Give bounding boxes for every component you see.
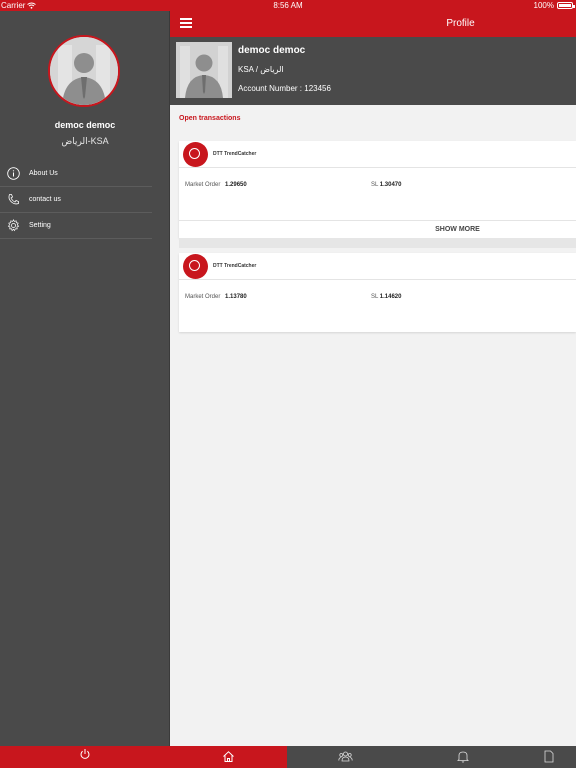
dtt-logo xyxy=(183,253,208,279)
sidebar-item-label: contact us xyxy=(29,196,61,203)
profile-account-number: Account Number : 123456 xyxy=(238,84,331,93)
battery-icon xyxy=(557,2,575,9)
transaction-details: Market Order 1.13780 SL 1.14620 xyxy=(179,280,576,332)
card-header: DTT TrendCatcher xyxy=(179,253,576,280)
gear-icon xyxy=(6,219,20,233)
info-icon xyxy=(6,167,20,181)
sidebar-item-label: Setting xyxy=(29,222,51,229)
main-content: Open transactions DTT TrendCatcher Marke… xyxy=(170,105,576,746)
document-icon xyxy=(544,750,553,763)
sl-value: 1.14620 xyxy=(379,294,402,300)
tab-home[interactable] xyxy=(170,746,287,768)
sidebar-item-label: About Us xyxy=(29,170,58,177)
market-order-value: 1.29650 xyxy=(225,182,247,188)
sidebar-user-name: democ democ xyxy=(54,120,116,130)
sidebar-item-contact[interactable]: contact us xyxy=(0,187,152,213)
market-order-value: 1.13780 xyxy=(225,294,247,300)
tab-groups[interactable] xyxy=(287,746,404,768)
bell-icon xyxy=(456,751,469,763)
market-order: Market Order 1.13780 xyxy=(185,294,247,300)
dtt-logo xyxy=(183,141,208,167)
open-transactions-title: Open transactions xyxy=(179,115,241,122)
market-order-label: Market Order xyxy=(185,182,221,188)
sl-label: SL xyxy=(371,294,379,300)
power-icon xyxy=(80,749,90,759)
profile-location: KSA / الرياض xyxy=(238,65,284,74)
page-title: Profile xyxy=(446,18,475,29)
transaction-card[interactable]: DTT TrendCatcher Market Order 1.13780 SL… xyxy=(179,253,576,332)
phone-icon xyxy=(6,193,20,207)
sidebar-user-location: الرياض-KSA xyxy=(61,136,109,146)
battery-info: 100% xyxy=(533,0,575,11)
card-separator xyxy=(179,238,576,248)
tab-bar xyxy=(170,746,576,768)
card-header: DTT TrendCatcher xyxy=(179,141,576,168)
sidebar-menu: About Us contact us Setting xyxy=(0,161,152,239)
status-bar: Carrier 8:56 AM 100% xyxy=(0,0,576,11)
battery-percent: 100% xyxy=(533,1,554,10)
tab-documents[interactable] xyxy=(521,746,576,768)
tab-notifications[interactable] xyxy=(404,746,521,768)
sl-label: SL xyxy=(371,182,379,188)
market-order-label: Market Order xyxy=(185,294,221,300)
provider-name: DTT TrendCatcher xyxy=(213,263,257,269)
profile-name: democ democ xyxy=(238,45,306,56)
sidebar-item-setting[interactable]: Setting xyxy=(0,213,152,239)
profile-picture[interactable] xyxy=(176,42,232,98)
sidebar: democ democ الرياض-KSA About Us contact … xyxy=(0,11,170,746)
home-icon xyxy=(223,751,234,762)
top-bar: Profile xyxy=(170,11,576,37)
sidebar-avatar[interactable] xyxy=(48,35,120,107)
sidebar-item-about[interactable]: About Us xyxy=(0,161,152,187)
sl-value: 1.30470 xyxy=(379,182,402,188)
show-more-button[interactable]: SHOW MORE xyxy=(179,220,576,238)
group-icon xyxy=(338,751,353,762)
stop-loss: SL 1.30470 xyxy=(371,182,402,188)
person-silhouette-icon xyxy=(176,42,232,98)
logout-button[interactable] xyxy=(0,746,170,768)
stop-loss: SL 1.14620 xyxy=(371,294,402,300)
provider-name: DTT TrendCatcher xyxy=(213,151,257,157)
clock: 8:56 AM xyxy=(273,1,303,10)
person-silhouette-icon xyxy=(50,37,118,105)
transaction-card[interactable]: DTT TrendCatcher Market Order 1.29650 SL… xyxy=(179,141,576,238)
transaction-details: Market Order 1.29650 SL 1.30470 xyxy=(179,168,576,220)
market-order: Market Order 1.29650 xyxy=(185,182,247,188)
profile-header: democ democ KSA / الرياض Account Number … xyxy=(170,37,576,105)
